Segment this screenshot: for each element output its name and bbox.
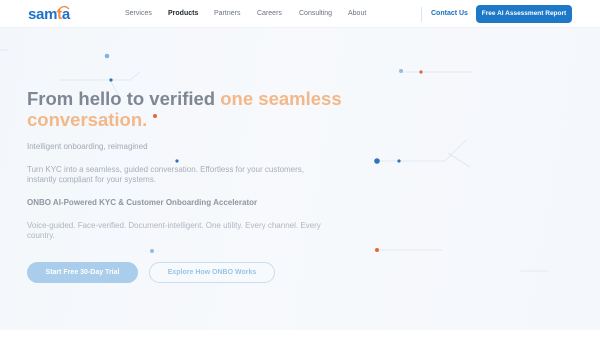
free-assessment-button[interactable]: Free AI Assessment Report	[476, 5, 572, 23]
nav-partners[interactable]: Partners	[214, 10, 240, 17]
nav-consulting[interactable]: Consulting	[299, 10, 332, 17]
site-header: samta Services Products Partners Careers…	[0, 0, 600, 28]
hero-description: Turn KYC into a seamless, guided convers…	[27, 165, 305, 184]
hero-headline: From hello to verified one seamless conv…	[27, 88, 357, 130]
nav-products[interactable]: Products	[168, 10, 198, 17]
samta-logo[interactable]: samta	[28, 5, 74, 25]
nav-careers[interactable]: Careers	[257, 10, 282, 17]
nav-about[interactable]: About	[348, 10, 366, 17]
hero-bottom-strip	[0, 330, 600, 337]
product-subheading: ONBO AI-Powered KYC & Customer Onboardin…	[27, 198, 258, 207]
nav-services[interactable]: Services	[125, 10, 152, 17]
header-divider	[421, 7, 422, 22]
explore-onbo-button[interactable]: Explore How ONBO Works	[149, 262, 275, 283]
start-trial-button[interactable]: Start Free 30-Day Trial	[27, 262, 138, 283]
feature-summary: Voice-guided. Face-verified. Document-in…	[27, 221, 321, 240]
contact-us-link[interactable]: Contact Us	[431, 10, 468, 17]
logo-swoosh-icon	[56, 5, 70, 13]
hero-tagline: Intelligent onboarding, reimagined	[27, 142, 148, 151]
headline-plain: From hello to verified	[27, 88, 221, 109]
